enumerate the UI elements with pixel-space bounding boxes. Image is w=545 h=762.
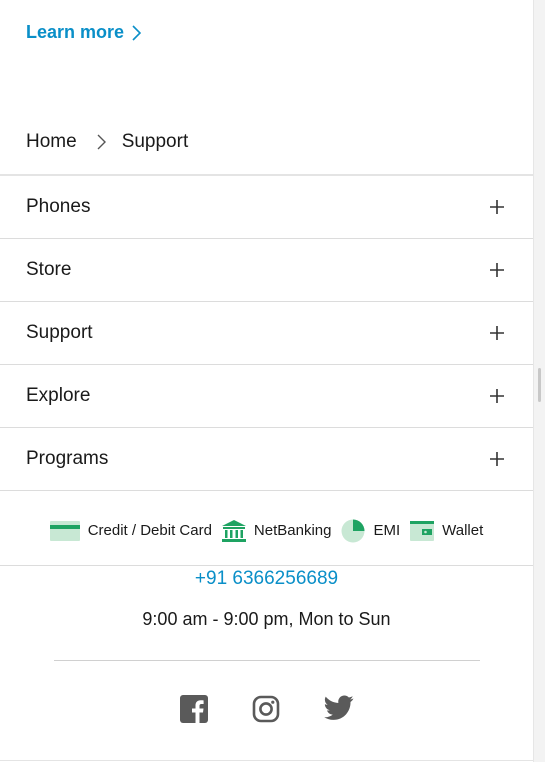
menu-item-label: Phones (26, 196, 91, 217)
payment-card-label: Credit / Debit Card (87, 522, 212, 539)
menu-item-label: Programs (26, 448, 109, 469)
divider (54, 660, 480, 661)
plus-icon[interactable] (489, 262, 505, 278)
bank-icon (221, 519, 246, 542)
footer-page: Learn more Home Support Phones Store Sup… (0, 0, 533, 762)
payment-netbanking: NetBanking (221, 519, 332, 542)
credit-card-icon (49, 520, 80, 541)
menu-item-label: Explore (26, 385, 91, 406)
menu-item-store[interactable]: Store (0, 239, 533, 302)
menu-item-explore[interactable]: Explore (0, 365, 533, 428)
menu-item-label: Support (26, 322, 93, 343)
twitter-icon[interactable] (323, 695, 354, 723)
divider (0, 760, 533, 761)
menu-item-support[interactable]: Support (0, 302, 533, 365)
learn-more-label: Learn more (26, 22, 125, 42)
plus-icon[interactable] (489, 388, 505, 404)
menu-item-label: Store (26, 259, 72, 280)
instagram-icon[interactable] (252, 695, 280, 723)
pie-chart-icon (341, 519, 365, 542)
scrollbar-thumb[interactable] (538, 368, 541, 402)
social-links (0, 695, 533, 723)
plus-icon[interactable] (489, 325, 505, 341)
payment-wallet-label: Wallet (442, 522, 484, 539)
menu-item-phones[interactable]: Phones (0, 176, 533, 239)
support-hours: 9:00 am - 9:00 pm, Mon to Sun (142, 609, 391, 629)
payment-card: Credit / Debit Card (49, 520, 212, 541)
learn-more-link[interactable]: Learn more (26, 22, 142, 43)
chevron-right-icon (97, 134, 106, 150)
breadcrumb-current: Support (121, 131, 189, 152)
footer-menu: Phones Store Support Explore Programs (0, 176, 533, 491)
breadcrumb-home[interactable]: Home (26, 131, 77, 153)
facebook-icon[interactable] (179, 695, 208, 723)
payment-wallet: Wallet (410, 520, 484, 541)
payment-netbanking-label: NetBanking (253, 522, 332, 539)
breadcrumb: Home Support (26, 131, 188, 153)
chevron-right-icon (132, 24, 142, 41)
payment-methods: Credit / Debit Card NetBanking EMI Walle… (0, 496, 533, 566)
plus-icon[interactable] (489, 451, 505, 467)
plus-icon[interactable] (489, 199, 505, 215)
payment-emi-label: EMI (373, 522, 401, 539)
menu-item-programs[interactable]: Programs (0, 428, 533, 491)
payment-emi: EMI (341, 519, 400, 543)
wallet-icon (410, 520, 435, 541)
support-phone-link[interactable]: +91 6366256689 (0, 568, 533, 590)
